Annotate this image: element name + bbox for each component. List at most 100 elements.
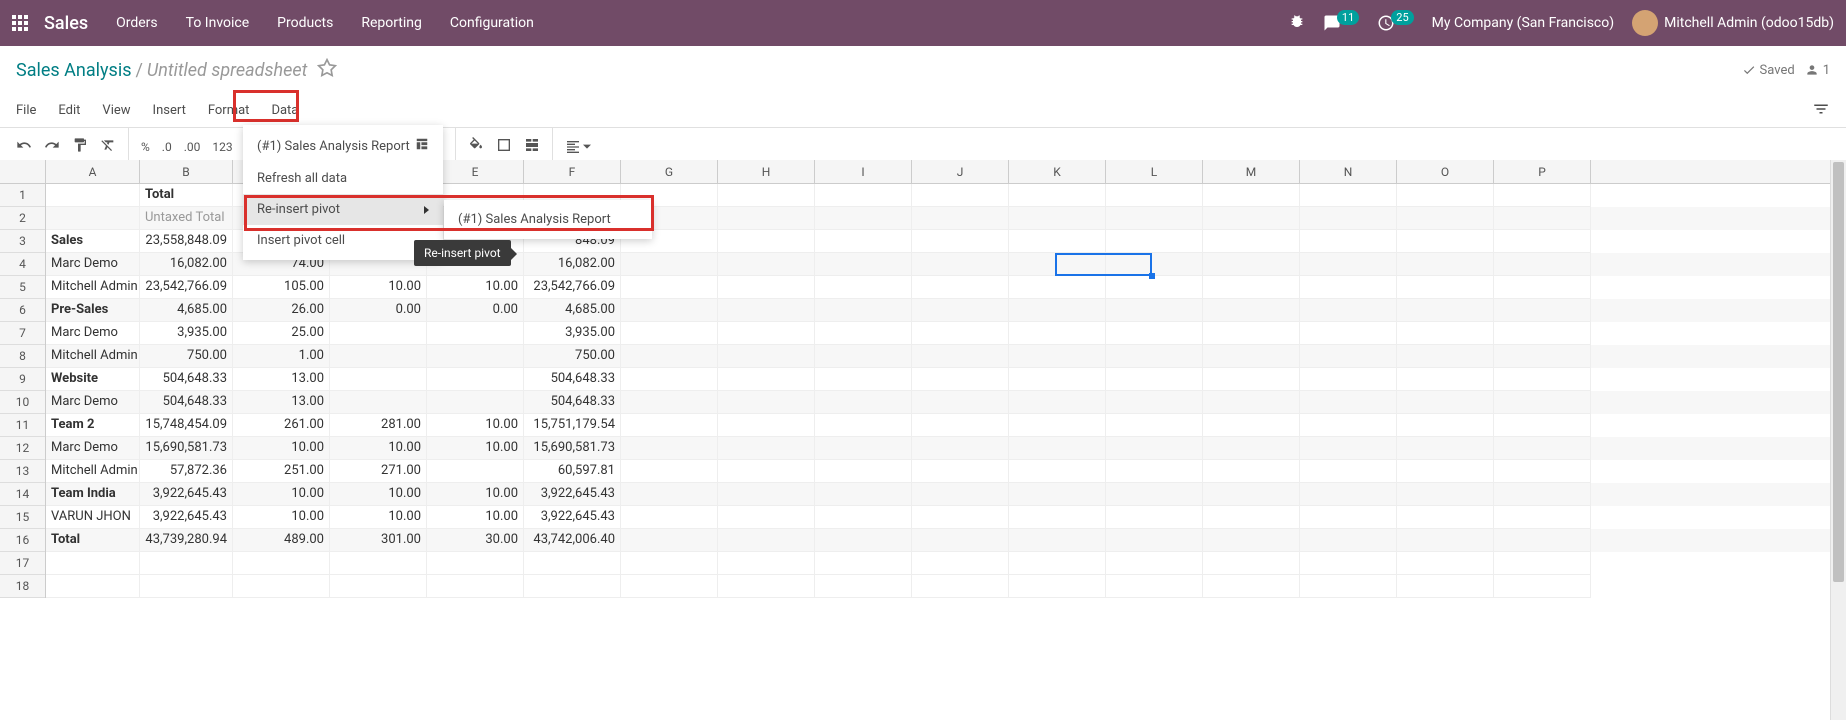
cell[interactable] [912, 391, 1009, 414]
cell[interactable]: 10.00 [330, 506, 427, 529]
cell[interactable] [621, 368, 718, 391]
row-header[interactable]: 16 [0, 529, 45, 552]
col-header-M[interactable]: M [1203, 160, 1300, 183]
app-brand[interactable]: Sales [44, 13, 88, 34]
select-all-corner[interactable] [0, 160, 46, 184]
cell[interactable] [718, 230, 815, 253]
cell[interactable]: 15,690,581.73 [140, 437, 233, 460]
col-header-P[interactable]: P [1494, 160, 1591, 183]
cell[interactable] [718, 460, 815, 483]
cell[interactable] [621, 575, 718, 598]
messages-icon[interactable]: 11 [1323, 14, 1359, 32]
undo-icon[interactable] [16, 137, 32, 157]
cell[interactable] [621, 552, 718, 575]
cell[interactable]: 10.00 [427, 276, 524, 299]
cell[interactable]: 261.00 [233, 414, 330, 437]
cell[interactable] [1397, 322, 1494, 345]
cell[interactable] [815, 299, 912, 322]
cell[interactable] [1009, 506, 1106, 529]
cell[interactable] [1106, 345, 1203, 368]
cell[interactable] [1203, 437, 1300, 460]
cell[interactable]: 10.00 [330, 483, 427, 506]
nav-reporting[interactable]: Reporting [361, 15, 422, 31]
cell[interactable] [912, 483, 1009, 506]
cell[interactable]: 13.00 [233, 368, 330, 391]
activities-icon[interactable]: 25 [1377, 14, 1413, 32]
cell[interactable] [718, 391, 815, 414]
cell[interactable] [1397, 437, 1494, 460]
cell[interactable]: 750.00 [140, 345, 233, 368]
cell[interactable] [427, 368, 524, 391]
merge-cells-icon[interactable] [524, 137, 540, 157]
cell[interactable] [1494, 391, 1591, 414]
cell[interactable] [718, 322, 815, 345]
cell[interactable] [815, 230, 912, 253]
cell[interactable] [330, 345, 427, 368]
cell[interactable] [1106, 506, 1203, 529]
cell[interactable] [1494, 437, 1591, 460]
col-header-L[interactable]: L [1106, 160, 1203, 183]
cell[interactable]: 4,685.00 [140, 299, 233, 322]
cell[interactable]: 25.00 [233, 322, 330, 345]
row-header[interactable]: 8 [0, 345, 45, 368]
cell[interactable]: 16,082.00 [140, 253, 233, 276]
cell[interactable]: 15,748,454.09 [140, 414, 233, 437]
cell[interactable] [1009, 299, 1106, 322]
col-header-G[interactable]: G [621, 160, 718, 183]
cell[interactable]: Team 2 [46, 414, 140, 437]
row-header[interactable]: 6 [0, 299, 45, 322]
cell[interactable] [1009, 368, 1106, 391]
cell[interactable] [621, 460, 718, 483]
cell[interactable]: 504,648.33 [140, 391, 233, 414]
cell[interactable] [1300, 575, 1397, 598]
cell[interactable] [1203, 460, 1300, 483]
cell[interactable] [1494, 529, 1591, 552]
cell[interactable] [621, 483, 718, 506]
cell[interactable] [1300, 368, 1397, 391]
cell[interactable] [1300, 299, 1397, 322]
cell[interactable] [1300, 414, 1397, 437]
cell[interactable] [815, 575, 912, 598]
cell[interactable] [1397, 230, 1494, 253]
cell[interactable]: 251.00 [233, 460, 330, 483]
cell[interactable]: 15,690,581.73 [524, 437, 621, 460]
cell[interactable] [1300, 552, 1397, 575]
cell[interactable] [1494, 299, 1591, 322]
cell[interactable] [1203, 322, 1300, 345]
cell[interactable]: 23,542,766.09 [140, 276, 233, 299]
cell[interactable] [912, 230, 1009, 253]
cell[interactable] [427, 575, 524, 598]
menu-view[interactable]: View [102, 103, 130, 118]
cell[interactable] [1397, 483, 1494, 506]
cell[interactable] [524, 575, 621, 598]
cell[interactable]: 489.00 [233, 529, 330, 552]
row-header[interactable]: 14 [0, 483, 45, 506]
cell[interactable] [1009, 230, 1106, 253]
cell[interactable]: Marc Demo [46, 391, 140, 414]
cell[interactable] [1397, 207, 1494, 230]
cell[interactable] [1397, 345, 1494, 368]
cell[interactable]: 10.00 [427, 483, 524, 506]
cell[interactable] [1203, 276, 1300, 299]
cell[interactable]: 271.00 [330, 460, 427, 483]
cell[interactable] [912, 253, 1009, 276]
redo-icon[interactable] [44, 137, 60, 157]
dropdown-insert-pivot-cell[interactable]: Insert pivot cell [243, 225, 443, 256]
cell[interactable] [46, 207, 140, 230]
cell[interactable] [1300, 322, 1397, 345]
cell[interactable] [718, 345, 815, 368]
clear-format-icon[interactable] [100, 137, 116, 157]
cell[interactable] [815, 414, 912, 437]
apps-icon[interactable] [12, 15, 28, 31]
cell[interactable] [815, 529, 912, 552]
cell[interactable] [912, 207, 1009, 230]
row-header[interactable]: 7 [0, 322, 45, 345]
cell[interactable] [815, 253, 912, 276]
cell[interactable] [1397, 552, 1494, 575]
cell[interactable] [1300, 529, 1397, 552]
cell[interactable]: 15,751,179.54 [524, 414, 621, 437]
cell[interactable] [1009, 391, 1106, 414]
cell[interactable] [1300, 253, 1397, 276]
cell[interactable] [1106, 368, 1203, 391]
cell[interactable] [1009, 414, 1106, 437]
